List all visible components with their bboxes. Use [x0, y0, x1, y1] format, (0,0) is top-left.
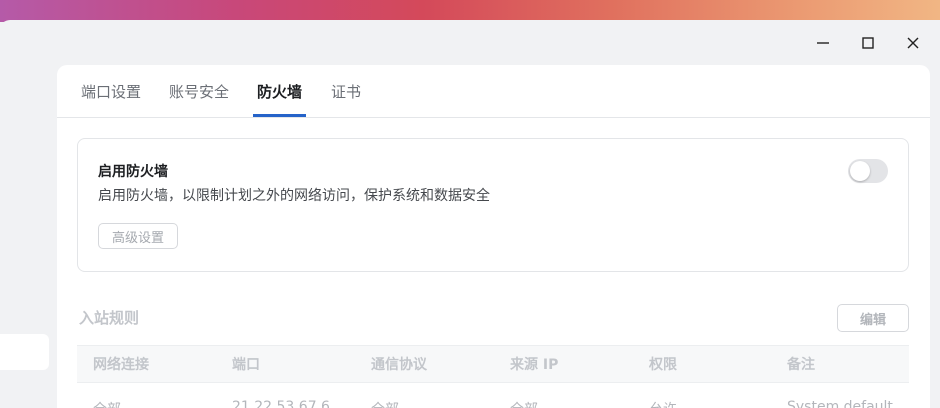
column-header-network: 网络连接	[93, 357, 149, 373]
tab-firewall[interactable]: 防火墙	[252, 81, 307, 117]
column-header-protocol: 通信协议	[371, 357, 427, 373]
cell-protocol: 全部	[371, 399, 399, 408]
maximize-icon[interactable]	[855, 32, 881, 54]
cell-permission: 允许	[649, 399, 677, 408]
column-header-source-ip: 来源 IP	[510, 357, 559, 373]
cell-network: 全部	[93, 399, 121, 408]
cell-source-ip: 全部	[510, 399, 538, 408]
column-header-permission: 权限	[649, 357, 677, 373]
cell-port: 21,22,53,67,6	[232, 399, 330, 408]
cell-note: System default	[787, 399, 893, 408]
settings-window: 端口设置 账号安全 防火墙 证书 启用防火墙 启用防火墙，以限制计划之外的网络访…	[0, 20, 940, 408]
firewall-toggle[interactable]	[848, 159, 888, 183]
tab-bar: 端口设置 账号安全 防火墙 证书	[57, 65, 930, 118]
firewall-title: 启用防火墙	[98, 164, 168, 180]
firewall-card: 启用防火墙 启用防火墙，以限制计划之外的网络访问，保护系统和数据安全 高级设置	[77, 138, 909, 272]
firewall-description: 启用防火墙，以限制计划之外的网络访问，保护系统和数据安全	[98, 188, 490, 204]
column-header-port: 端口	[232, 357, 260, 373]
advanced-settings-button[interactable]: 高级设置	[98, 223, 178, 249]
tab-account-security[interactable]: 账号安全	[169, 81, 229, 115]
sidebar-selected-item[interactable]	[0, 334, 49, 370]
inbound-rules-title: 入站规则	[79, 309, 140, 327]
close-icon[interactable]	[900, 32, 926, 54]
table-header: 网络连接 端口 通信协议 来源 IP 权限 备注	[77, 345, 909, 383]
edit-button[interactable]: 编辑	[837, 304, 909, 332]
tab-port-settings[interactable]: 端口设置	[81, 81, 141, 115]
minimize-icon[interactable]	[810, 32, 836, 54]
table-row[interactable]: 全部 21,22,53,67,6 全部 全部 允许 System default	[77, 383, 909, 408]
app-root: 端口设置 账号安全 防火墙 证书 启用防火墙 启用防火墙，以限制计划之外的网络访…	[0, 0, 940, 408]
settings-panel: 端口设置 账号安全 防火墙 证书 启用防火墙 启用防火墙，以限制计划之外的网络访…	[57, 65, 930, 408]
inbound-rules-table: 网络连接 端口 通信协议 来源 IP 权限 备注 全部 21,22,53,67,…	[77, 345, 909, 408]
desktop-wallpaper	[0, 0, 940, 22]
column-header-note: 备注	[787, 357, 815, 373]
toggle-knob	[850, 161, 870, 181]
tab-certificate[interactable]: 证书	[331, 81, 361, 115]
